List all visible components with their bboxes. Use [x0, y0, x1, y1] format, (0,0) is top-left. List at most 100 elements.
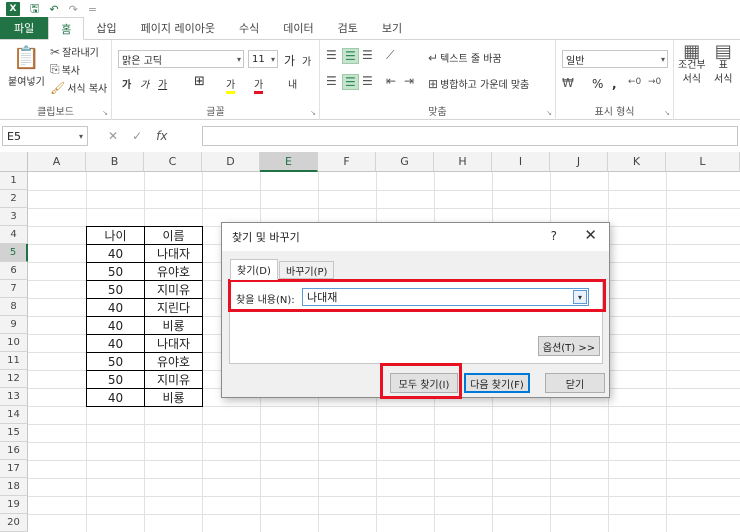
insert-function-icon[interactable]: fx — [156, 129, 167, 143]
table-cell-age[interactable]: 50 — [86, 280, 145, 299]
table-cell-age[interactable]: 40 — [86, 298, 145, 317]
row-header[interactable]: 4 — [0, 226, 28, 244]
phonetic-button[interactable]: 내 — [288, 76, 297, 91]
dialog-launcher-icon[interactable]: ↘ — [664, 109, 670, 117]
find-next-button[interactable]: 다음 찾기(F) — [464, 373, 530, 393]
number-format-select[interactable]: 일반 ▾ — [562, 50, 668, 68]
tab-page-layout[interactable]: 페이지 레이아웃 — [129, 17, 227, 39]
increase-indent-button[interactable]: ⇥ — [404, 74, 414, 88]
paste-button[interactable]: 📋 붙여넣기 — [8, 46, 45, 88]
row-header[interactable]: 7 — [0, 280, 28, 298]
row-header[interactable]: 3 — [0, 208, 28, 226]
table-cell-name[interactable]: 지미유 — [144, 280, 203, 299]
tab-find[interactable]: 찾기(D) — [230, 259, 278, 280]
row-header[interactable]: 15 — [0, 424, 28, 442]
customize-toolbar-icon[interactable]: = — [88, 3, 97, 16]
table-cell-age[interactable]: 50 — [86, 370, 145, 389]
align-left-button[interactable]: ☰ — [326, 74, 337, 88]
accounting-button[interactable]: ₩ — [562, 76, 574, 90]
column-header[interactable]: G — [376, 152, 434, 172]
tab-replace[interactable]: 바꾸기(P) — [279, 261, 335, 279]
column-header[interactable]: A — [28, 152, 86, 172]
table-cell-name[interactable]: 비룡 — [144, 388, 203, 407]
close-button[interactable]: 닫기 — [545, 373, 605, 393]
column-header[interactable]: F — [318, 152, 376, 172]
table-cell-age[interactable]: 40 — [86, 334, 145, 353]
table-cell-age[interactable]: 40 — [86, 316, 145, 335]
conditional-format-button[interactable]: ▦ 조건부 서식 — [678, 43, 706, 86]
table-cell-name[interactable]: 나대자 — [144, 244, 203, 263]
row-header[interactable]: 12 — [0, 370, 28, 388]
column-header[interactable]: L — [666, 152, 740, 172]
orientation-button[interactable]: ⟋ — [386, 48, 394, 63]
column-header[interactable]: D — [202, 152, 260, 172]
align-middle-button[interactable]: ☰ — [342, 48, 359, 64]
redo-icon[interactable]: ↷ — [69, 3, 78, 16]
enter-icon[interactable]: ✓ — [132, 129, 142, 143]
cancel-icon[interactable]: ✕ — [108, 129, 118, 143]
cut-button[interactable]: ✂ 잘라내기 — [50, 44, 99, 60]
row-header[interactable]: 11 — [0, 352, 28, 370]
table-cell-name[interactable]: 유야호 — [144, 262, 203, 281]
find-what-input[interactable]: 나대재 ▾ — [302, 288, 589, 306]
underline-button[interactable]: 가 — [158, 76, 167, 91]
tab-home[interactable]: 홈 — [48, 17, 85, 40]
table-cell-age[interactable]: 50 — [86, 262, 145, 281]
table-cell-name[interactable]: 지린다 — [144, 298, 203, 317]
chevron-down-icon[interactable]: ▾ — [573, 290, 587, 304]
row-header[interactable]: 9 — [0, 316, 28, 334]
find-all-button[interactable]: 모두 찾기(I) — [390, 373, 458, 393]
options-button[interactable]: 옵션(T) >> — [538, 336, 600, 356]
increase-decimal-button[interactable]: ←0 — [628, 77, 641, 87]
help-icon[interactable]: ? — [551, 229, 557, 243]
tab-data[interactable]: 데이터 — [271, 17, 325, 39]
tab-file[interactable]: 파일 — [0, 17, 49, 39]
select-all-corner[interactable] — [0, 152, 28, 172]
percent-button[interactable]: % — [592, 77, 603, 91]
save-icon[interactable]: 🖫 — [30, 0, 39, 19]
align-top-button[interactable]: ☰ — [326, 48, 337, 62]
table-cell-age[interactable]: 40 — [86, 388, 145, 407]
font-name-select[interactable]: 맑은 고딕 ▾ — [118, 50, 244, 68]
grow-font-button[interactable]: 가 — [284, 52, 295, 69]
fill-color-button[interactable]: 가 — [226, 76, 236, 94]
decrease-decimal-button[interactable]: →0 — [648, 77, 661, 87]
row-header[interactable]: 8 — [0, 298, 28, 316]
row-header[interactable]: 16 — [0, 442, 28, 460]
merge-center-button[interactable]: ⊞ 병합하고 가운데 맞춤 — [428, 76, 529, 92]
table-header-age[interactable]: 나이 — [86, 226, 145, 245]
copy-button[interactable]: ⎘ 복사 — [50, 62, 80, 77]
dialog-launcher-icon[interactable]: ↘ — [310, 109, 316, 117]
row-header[interactable]: 20 — [0, 514, 28, 532]
decrease-indent-button[interactable]: ⇤ — [386, 74, 396, 88]
column-header-active[interactable]: E — [260, 152, 318, 172]
column-header[interactable]: H — [434, 152, 492, 172]
row-header[interactable]: 19 — [0, 496, 28, 514]
font-color-button[interactable]: 가 — [254, 76, 264, 94]
row-header[interactable]: 14 — [0, 406, 28, 424]
column-header[interactable]: K — [608, 152, 666, 172]
table-cell-name[interactable]: 유야호 — [144, 352, 203, 371]
shrink-font-button[interactable]: 가 — [302, 53, 311, 68]
tab-review[interactable]: 검토 — [326, 17, 370, 39]
close-icon[interactable]: ✕ — [584, 226, 597, 244]
column-header[interactable]: C — [144, 152, 202, 172]
format-painter-button[interactable]: 🖌 서식 복사 — [50, 80, 107, 96]
table-cell-age[interactable]: 50 — [86, 352, 145, 371]
table-cell-name[interactable]: 비룡 — [144, 316, 203, 335]
tab-insert[interactable]: 삽입 — [84, 17, 128, 39]
row-header[interactable]: 1 — [0, 172, 28, 190]
column-header[interactable]: J — [550, 152, 608, 172]
tab-formulas[interactable]: 수식 — [227, 17, 271, 39]
format-as-table-button[interactable]: ▤ 표 서식 — [714, 43, 732, 86]
row-header[interactable]: 17 — [0, 460, 28, 478]
row-header[interactable]: 10 — [0, 334, 28, 352]
bold-button[interactable]: 가 — [122, 76, 131, 91]
column-header[interactable]: I — [492, 152, 550, 172]
comma-button[interactable]: , — [612, 77, 617, 91]
border-button[interactable]: ⊞ — [194, 74, 205, 89]
table-cell-age[interactable]: 40 — [86, 244, 145, 263]
align-right-button[interactable]: ☰ — [362, 74, 373, 88]
wrap-text-button[interactable]: ↵ 텍스트 줄 바꿈 — [428, 50, 502, 66]
italic-button[interactable]: 가 — [140, 76, 149, 91]
